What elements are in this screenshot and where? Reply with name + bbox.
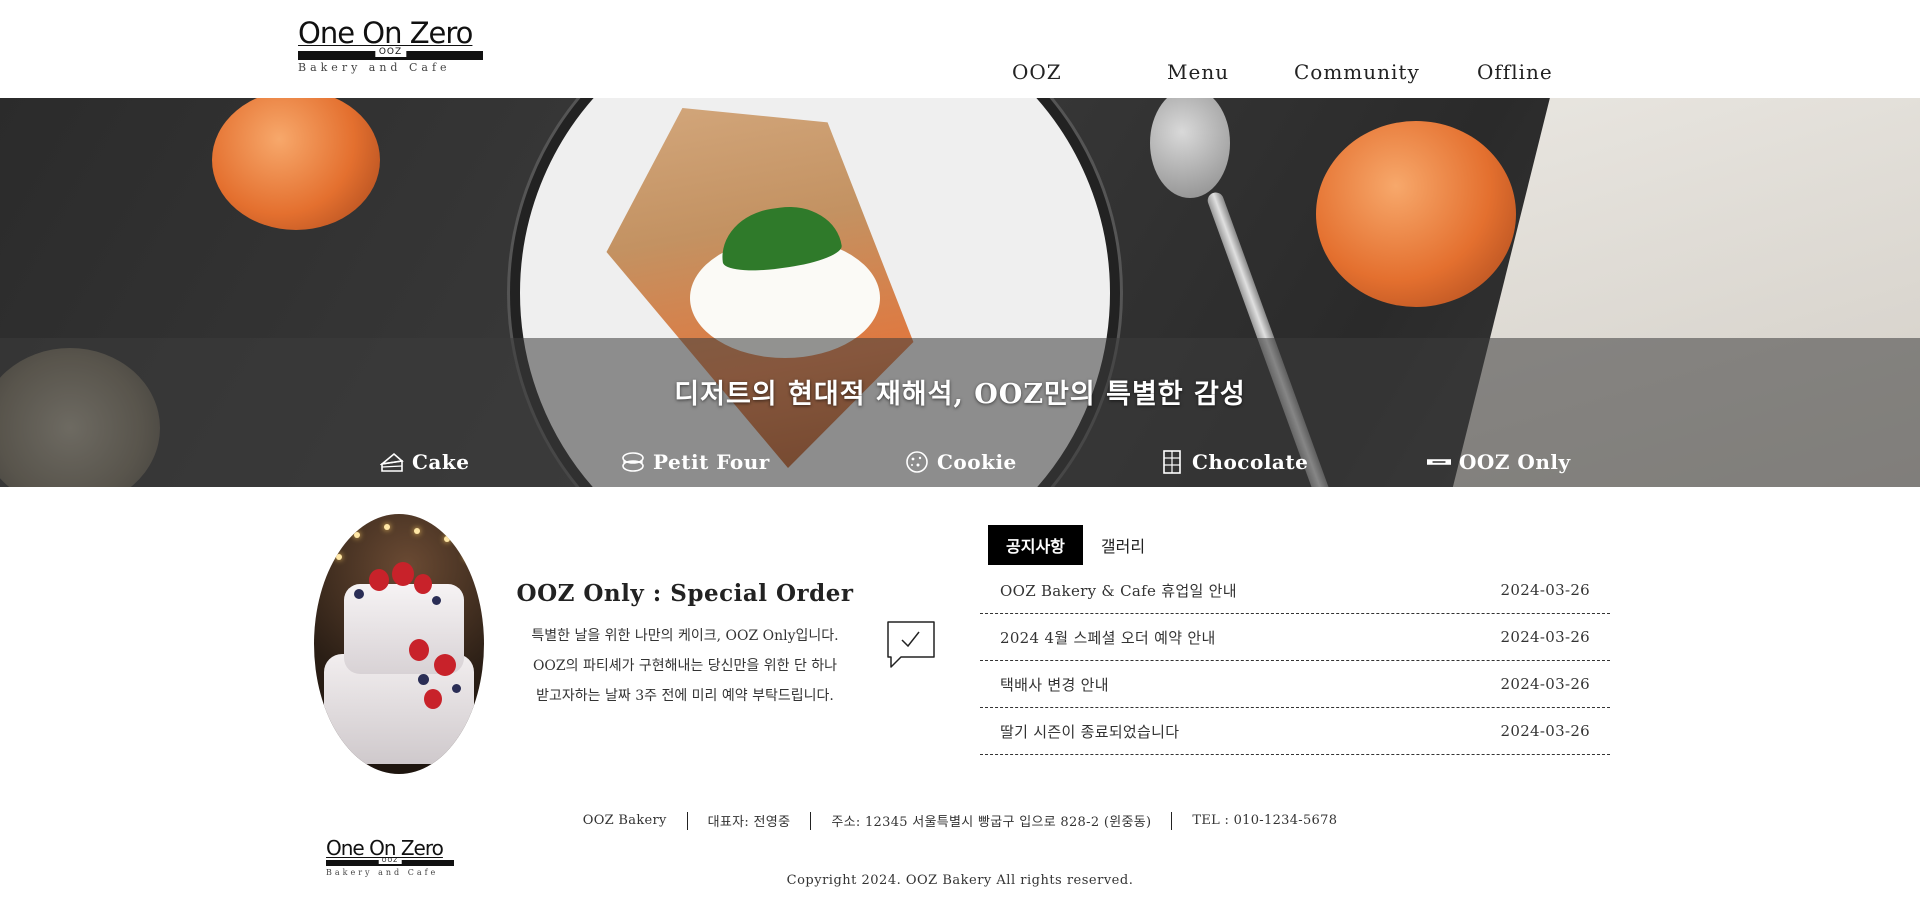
notice-row[interactable]: 택배사 변경 안내 2024-03-26 [980, 661, 1610, 708]
footer-logo[interactable]: One On Zero OOZ Bakery and Cafe [326, 836, 454, 877]
cookie-icon [905, 450, 929, 474]
nav-menu[interactable]: Menu [1167, 60, 1229, 84]
notice-title: 택배사 변경 안내 [1000, 675, 1109, 694]
notice-title: 2024 4월 스페셜 오더 예약 안내 [1000, 628, 1216, 647]
logo-bar: OOZ [298, 48, 483, 60]
notice-row[interactable]: 2024 4월 스페셜 오더 예약 안내 2024-03-26 [980, 614, 1610, 661]
board-tabs: 공지사항 갤러리 [988, 525, 1163, 565]
footer-address: 주소: 12345 서울특별시 빵굽구 입으로 828-2 (윈중동) [831, 815, 1152, 830]
category-cookie[interactable]: Cookie [905, 449, 1017, 475]
category-chocolate[interactable]: Chocolate [1160, 449, 1308, 475]
category-label: OOZ Only [1459, 450, 1571, 474]
hero-title: 디저트의 현대적 재해석, OOZ만의 특별한 감성 [674, 379, 1246, 410]
category-label: Cake [412, 450, 470, 474]
notice-list: OOZ Bakery & Cafe 휴업일 안내 2024-03-26 2024… [980, 567, 1610, 755]
ooz-only-icon [1427, 450, 1451, 474]
hero-banner: 디저트의 현대적 재해석, OOZ만의 특별한 감성 Cake Petit Fo… [0, 98, 1920, 487]
category-petit-four[interactable]: Petit Four [621, 449, 770, 475]
notice-row[interactable]: OOZ Bakery & Cafe 휴업일 안내 2024-03-26 [980, 567, 1610, 614]
special-order-cake-image [314, 514, 484, 774]
category-label: Cookie [937, 450, 1017, 474]
footer-info: OOZ Bakery 대표자: 전영중 주소: 12345 서울특별시 빵굽구 … [0, 811, 1920, 830]
hero-apricot [1316, 121, 1516, 307]
nav-ooz[interactable]: OOZ [1012, 60, 1062, 84]
cake-icon [380, 450, 404, 474]
notice-date: 2024-03-26 [1500, 628, 1590, 646]
nav-community[interactable]: Community [1294, 60, 1420, 84]
notice-title: 딸기 시즌이 종료되었습니다 [1000, 722, 1180, 741]
logo-wordmark: One On Zero [298, 16, 473, 50]
description-line: 받고자하는 날짜 3주 전에 미리 예약 부탁드립니다. [536, 688, 834, 704]
logo-wordmark: One On Zero [326, 836, 444, 860]
notice-date: 2024-03-26 [1500, 675, 1590, 693]
chocolate-bar-icon [1160, 450, 1184, 474]
main-nav: OOZ Menu Community Offline [0, 60, 1920, 90]
tab-notices[interactable]: 공지사항 [988, 525, 1083, 565]
category-cake[interactable]: Cake [380, 449, 469, 475]
nav-offline[interactable]: Offline [1477, 60, 1553, 84]
category-label: Petit Four [653, 450, 770, 474]
tab-gallery[interactable]: 갤러리 [1083, 525, 1163, 565]
special-order-title: OOZ Only : Special Order [516, 580, 854, 607]
category-ooz-only[interactable]: OOZ Only [1427, 449, 1571, 475]
description-line: 특별한 날을 위한 나만의 케이크, OOZ Only입니다. [531, 628, 839, 644]
hero-apricot [212, 98, 380, 230]
logo-bar: OOZ [326, 858, 454, 866]
footer-divider [686, 811, 688, 830]
hero-spoon [1150, 98, 1230, 198]
notice-row[interactable]: 딸기 시즌이 종료되었습니다 2024-03-26 [980, 708, 1610, 755]
description-line: OOZ의 파티셰가 구현해내는 당신만을 위한 단 하나 [532, 658, 838, 674]
notice-title: OOZ Bakery & Cafe 휴업일 안내 [1000, 581, 1237, 600]
macaron-icon [621, 450, 645, 474]
notice-date: 2024-03-26 [1500, 581, 1590, 599]
notice-date: 2024-03-26 [1500, 722, 1590, 740]
site-header: One On Zero OOZ Bakery and Cafe OOZ Menu… [0, 0, 1920, 98]
footer-copyright: Copyright 2024. OOZ Bakery All rights re… [786, 873, 1134, 888]
footer-divider [810, 811, 812, 830]
logo-mark: OOZ [378, 858, 402, 864]
chat-check-icon[interactable] [885, 619, 937, 671]
category-label: Chocolate [1192, 450, 1309, 474]
footer-phone: TEL : 010-1234-5678 [1192, 813, 1338, 828]
logo-mark: OOZ [374, 48, 407, 57]
footer-divider [1171, 811, 1173, 830]
special-order-description: 특별한 날을 위한 나만의 케이크, OOZ Only입니다. OOZ의 파티셰… [480, 621, 890, 711]
footer-ceo: 대표자: 전영중 [707, 815, 791, 830]
footer-company: OOZ Bakery [582, 813, 667, 828]
